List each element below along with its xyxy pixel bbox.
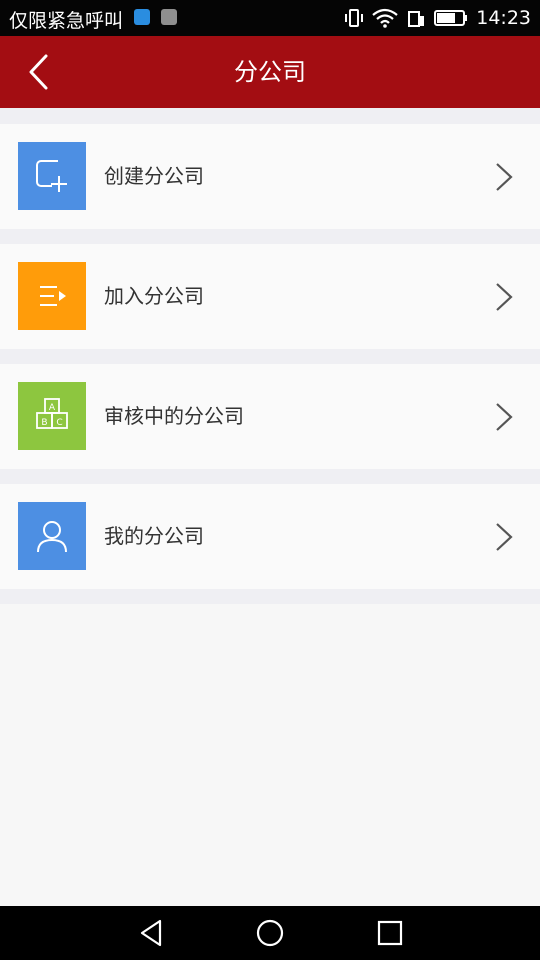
nav-home-icon[interactable] — [255, 918, 285, 948]
status-time: 14:23 — [476, 7, 531, 29]
sim-icon — [408, 11, 425, 27]
chevron-right-icon — [496, 163, 513, 191]
notification-image-icon — [161, 9, 177, 25]
back-button[interactable] — [20, 50, 64, 94]
chevron-right-icon — [496, 283, 513, 311]
nav-recents-icon[interactable] — [375, 918, 405, 948]
app-bar: 分公司 — [0, 36, 540, 108]
chevron-right-icon — [496, 523, 513, 551]
wifi-icon — [372, 8, 398, 28]
chevron-right-icon — [496, 403, 513, 431]
system-nav-bar — [0, 906, 540, 960]
chevron-left-icon — [29, 54, 48, 90]
menu-item-pending-branch[interactable]: A B C 审核中的分公司 — [0, 364, 540, 469]
svg-text:B: B — [41, 418, 47, 428]
menu-list: 创建分公司 加入分公司 A B C 审核中的分公司 我的分公司 — [0, 124, 540, 604]
menu-item-join-branch[interactable]: 加入分公司 — [0, 244, 540, 349]
menu-item-my-branch[interactable]: 我的分公司 — [0, 484, 540, 589]
menu-item-label: 加入分公司 — [104, 284, 204, 308]
list-join-icon — [18, 262, 86, 330]
section-divider — [0, 349, 540, 364]
status-right: 14:23 — [344, 5, 531, 31]
add-square-icon — [18, 142, 86, 210]
person-icon — [18, 502, 86, 570]
menu-item-label: 创建分公司 — [104, 164, 204, 188]
battery-icon — [434, 10, 468, 26]
notification-app-icon — [134, 9, 150, 25]
status-emergency-text: 仅限紧急呼叫 — [9, 10, 124, 32]
svg-text:C: C — [56, 418, 62, 428]
menu-item-label: 我的分公司 — [104, 524, 204, 548]
section-divider — [0, 229, 540, 244]
svg-text:A: A — [49, 403, 56, 413]
section-divider — [0, 589, 540, 604]
vibrate-icon — [345, 9, 364, 27]
page-title: 分公司 — [234, 58, 306, 86]
nav-back-icon[interactable] — [136, 918, 166, 948]
section-divider — [0, 469, 540, 484]
section-divider — [0, 108, 540, 124]
menu-item-label: 审核中的分公司 — [104, 404, 244, 428]
menu-item-create-branch[interactable]: 创建分公司 — [0, 124, 540, 229]
status-bar: 仅限紧急呼叫 14:23 — [0, 0, 540, 36]
abc-blocks-icon: A B C — [18, 382, 86, 450]
